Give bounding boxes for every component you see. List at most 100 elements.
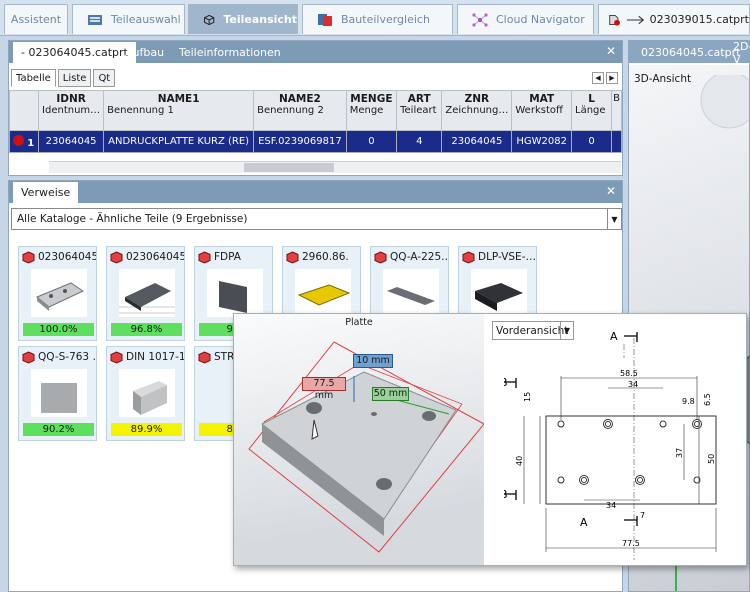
subtab-table[interactable]: Tabelle <box>11 69 56 87</box>
result-card[interactable]: QQ-S-763 … 90.2% <box>18 346 97 441</box>
result-card[interactable]: DIN 1017-1 89.9% <box>106 346 185 441</box>
part-thumbnail <box>31 269 87 317</box>
part-table: IDNR Identnum… NAME1 Benennung 1 NAME2 Bene… <box>8 90 622 153</box>
column-code: ZNR <box>464 93 490 105</box>
column-header[interactable]: MENGE Menge <box>345 90 398 131</box>
match-percentage: 96.8% <box>111 323 182 336</box>
scroll-arrows: ◀ ▶ <box>592 72 618 84</box>
part-selection-icon <box>88 14 102 25</box>
tab-part-view[interactable]: Teileansicht <box>188 4 298 34</box>
card-title: DIN 1017-1 <box>126 351 184 363</box>
subtab-list[interactable]: Liste <box>57 69 92 87</box>
dimension-label-10: 10 mm <box>353 354 393 368</box>
tab-cloud-navigator[interactable]: Cloud Navigator <box>457 4 594 34</box>
subtab-qt-label: Qt <box>98 72 111 84</box>
column-header[interactable]: B <box>611 90 622 131</box>
column-label: Identnum… <box>42 105 101 116</box>
subtab-qt[interactable]: Qt <box>93 69 116 87</box>
tab-references[interactable]: Verweise <box>13 182 79 203</box>
subtab-table-label: Tabelle <box>16 72 51 84</box>
dim-58-5: 58.5 <box>620 369 638 378</box>
table-cell <box>611 130 622 153</box>
dim-40: 40 <box>515 456 524 466</box>
dim-6-5: 6.5 <box>703 393 712 406</box>
row-number-cell: 1 <box>8 130 40 153</box>
column-header[interactable]: ART Teileart <box>396 90 443 131</box>
dim-34-bottom: 34 <box>606 501 616 510</box>
close-icon[interactable]: ✕ <box>606 184 616 198</box>
column-header[interactable]: MAT Werkstoff <box>511 90 573 131</box>
cloud-navigator-icon <box>472 12 488 27</box>
column-code: MAT <box>529 93 555 105</box>
catalog-filter-value: Alle Kataloge - Ähnliche Teile (9 Ergebn… <box>17 213 248 225</box>
view-cube-icon[interactable] <box>689 75 749 135</box>
dim-9-8: 9.8 <box>682 397 695 406</box>
tab-part-file-label: - 023064045.catprt <box>21 46 128 59</box>
result-card[interactable]: 023064045 100.0% <box>18 246 97 341</box>
tab-part-selection-label: Teileauswahl <box>111 13 181 26</box>
popup-3d-viewport[interactable]: Platte 10 mm 77.5 mm 50 mm <box>234 314 484 565</box>
tab-part-view-label: Teileansicht <box>223 13 297 26</box>
match-percentage: 100.0% <box>23 323 94 336</box>
chevron-down-icon[interactable]: ▼ <box>607 209 621 229</box>
part-cube-icon <box>462 251 475 264</box>
card-title: 023064045 <box>126 251 184 263</box>
section-label-a-top: A <box>610 330 618 343</box>
card-title: 023064045 <box>38 251 96 263</box>
column-label: Teileart <box>400 105 437 116</box>
part-cube-icon <box>374 251 387 264</box>
section-label-b-top: B <box>504 376 508 389</box>
column-label: Menge <box>349 105 384 116</box>
match-percentage: 90.2% <box>23 423 94 436</box>
section-label-b-bottom: B <box>504 488 508 501</box>
table-cell: 23064045 <box>38 130 105 153</box>
technical-drawing: A A B B 58.5 34 15 9.8 6.5 40 37 50 34 7… <box>504 330 717 560</box>
table-header-row: IDNR Identnum… NAME1 Benennung 1 NAME2 Bene… <box>8 90 622 131</box>
dim-50: 50 <box>707 454 716 464</box>
table-cell: 4 <box>396 130 443 153</box>
cube-icon <box>204 14 215 25</box>
column-label: Werkstoff <box>515 105 563 116</box>
table-row[interactable]: 1 23064045 ANDRUCKPLATTE KURZ (RE) ESF.0… <box>8 130 622 153</box>
scroll-left-icon[interactable]: ◀ <box>592 72 604 84</box>
tab-structure[interactable]: Aufbau <box>117 42 172 63</box>
card-title: QQ-S-763 … <box>38 351 96 363</box>
horizontal-scrollbar[interactable] <box>49 161 621 173</box>
dimension-label-77: 77.5 mm <box>302 377 346 401</box>
column-header[interactable]: ZNR Zeichnung… <box>441 90 513 131</box>
scroll-right-icon[interactable]: ▶ <box>606 72 618 84</box>
tab-part-info[interactable]: Teileinformationen <box>171 42 289 63</box>
tab-2d-view[interactable]: 2D-V <box>725 39 750 66</box>
column-header[interactable]: NAME2 Benennung 2 <box>253 90 347 131</box>
tab-assistant[interactable]: Assistent <box>4 4 68 34</box>
card-title: QQ-A-225… <box>390 251 448 263</box>
close-icon[interactable]: ✕ <box>606 44 616 58</box>
column-header[interactable]: NAME1 Benennung 1 <box>103 90 255 131</box>
tab-part-compare[interactable]: Bauteilvergleich <box>302 4 453 34</box>
tab-file-label: 023039015.catprt <box>649 13 749 26</box>
plate-3d-model <box>248 341 484 553</box>
part-thumbnail <box>471 269 527 317</box>
tab-file[interactable]: 023039015.catprt <box>598 4 750 34</box>
references-tabs: Verweise ✕ <box>9 181 622 203</box>
column-header[interactable]: IDNR Identnum… <box>38 90 105 131</box>
dim-34-top: 34 <box>628 380 638 389</box>
table-cell: 0 <box>345 130 398 153</box>
part-thumbnail <box>295 269 351 317</box>
part-cube-icon <box>110 251 123 264</box>
scrollbar-thumb[interactable] <box>244 163 334 172</box>
tab-part-selection[interactable]: Teileauswahl <box>72 4 185 34</box>
dim-15: 15 <box>523 392 532 402</box>
dim-7: 7 <box>640 511 645 520</box>
card-title: FDPA <box>214 251 241 263</box>
result-card[interactable]: 023064045 96.8% <box>106 246 185 341</box>
column-code: NAME2 <box>278 93 321 105</box>
column-header[interactable]: L Länge <box>571 90 613 131</box>
part-file-icon <box>609 14 620 26</box>
tab-structure-label: Aufbau <box>125 46 165 59</box>
tab-2d-view-label: 2D-V <box>733 39 750 66</box>
table-cell: ESF.0239069817 <box>253 130 347 153</box>
column-label: Zeichnung… <box>445 105 509 116</box>
catalog-filter-select[interactable]: Alle Kataloge - Ähnliche Teile (9 Ergebn… <box>11 208 622 230</box>
tab-part-info-label: Teileinformationen <box>179 46 281 59</box>
